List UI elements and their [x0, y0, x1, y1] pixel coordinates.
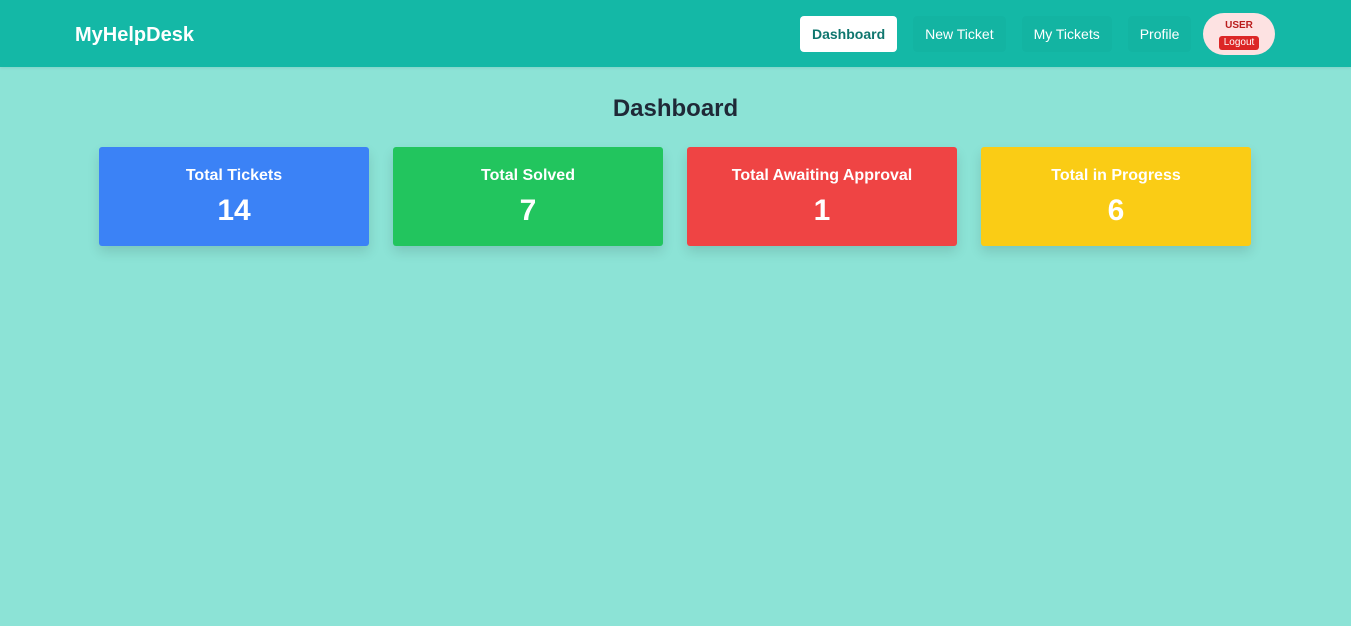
user-role-label: USER — [1225, 20, 1253, 31]
nav-new-ticket-button[interactable]: New Ticket — [913, 16, 1005, 52]
brand-logo[interactable]: MyHelpDesk — [75, 23, 194, 47]
card-value: 1 — [813, 194, 831, 227]
total-tickets-card: Total Tickets 14 — [99, 147, 369, 246]
card-label: Total Solved — [481, 167, 575, 184]
total-in-progress-card: Total in Progress 6 — [981, 147, 1251, 246]
nav-links: Dashboard New Ticket My Tickets Profile — [800, 16, 1207, 52]
card-value: 7 — [519, 194, 537, 227]
top-navbar: MyHelpDesk Dashboard New Ticket My Ticke… — [0, 0, 1351, 67]
user-badge: USER Logout — [1203, 13, 1275, 55]
total-awaiting-approval-card: Total Awaiting Approval 1 — [687, 147, 957, 246]
page-title: Dashboard — [612, 95, 739, 122]
card-label: Total Tickets — [185, 167, 283, 184]
card-label: Total Awaiting Approval — [731, 167, 913, 184]
card-label: Total in Progress — [1051, 167, 1181, 184]
nav-dashboard-button[interactable]: Dashboard — [800, 16, 898, 52]
total-solved-card: Total Solved 7 — [393, 147, 663, 246]
logout-button[interactable]: Logout — [1218, 36, 1260, 50]
nav-profile-button[interactable]: Profile — [1128, 16, 1192, 52]
card-value: 6 — [1107, 194, 1125, 227]
card-value: 14 — [217, 194, 251, 227]
stats-cards: Total Tickets 14 Total Solved 7 Total Aw… — [99, 147, 1251, 246]
nav-my-tickets-button[interactable]: My Tickets — [1022, 16, 1112, 52]
